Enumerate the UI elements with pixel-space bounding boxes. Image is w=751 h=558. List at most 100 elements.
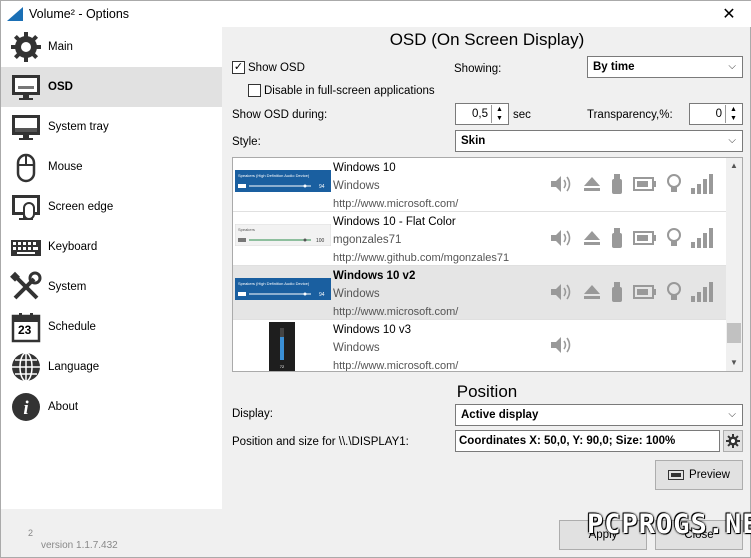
screen-edge-icon xyxy=(9,190,43,224)
signal-icon xyxy=(691,174,713,197)
transparency-spinner[interactable]: 0 ▲ ▼ xyxy=(689,103,743,125)
skin-url: http://www.microsoft.com/ xyxy=(333,306,459,318)
volume-app-icon xyxy=(7,7,23,21)
show-osd-checkbox[interactable]: ✓ Show OSD xyxy=(232,61,305,74)
sidebar-item-label: Main xyxy=(48,41,73,53)
sidebar-item-screen-edge[interactable]: Screen edge xyxy=(1,187,222,227)
skin-preview-icons xyxy=(551,336,583,357)
preview-label: Preview xyxy=(689,469,730,481)
position-settings-button[interactable] xyxy=(723,430,743,452)
sidebar: Main OSD System tray Mouse Screen edge K… xyxy=(1,27,222,509)
chevron-down-icon: ⌵ xyxy=(728,409,736,420)
sidebar-item-schedule[interactable]: 23 Schedule xyxy=(1,307,222,347)
display-dropdown[interactable]: Active display ⌵ xyxy=(455,404,743,426)
skin-thumbnail: Speakers 100 xyxy=(235,224,331,246)
sidebar-item-label: Screen edge xyxy=(48,201,114,213)
version-superscript: 2 xyxy=(28,528,34,538)
sidebar-item-mouse[interactable]: Mouse xyxy=(1,147,222,187)
showing-label: Showing: xyxy=(454,63,502,75)
skin-preview-icons xyxy=(551,228,723,251)
skin-url: http://www.github.com/mgonzales71 xyxy=(333,252,510,264)
skin-list-scrollbar[interactable]: ▲ ▼ xyxy=(726,158,742,371)
title-bar: Volume² - Options ✕ xyxy=(1,1,751,27)
speaker-icon xyxy=(551,283,573,304)
skin-author: Windows xyxy=(333,342,380,354)
sidebar-item-system[interactable]: System xyxy=(1,267,222,307)
skin-name: Windows 10 xyxy=(333,162,396,174)
skin-name: Windows 10 - Flat Color xyxy=(333,216,456,228)
close-window-button[interactable]: ✕ xyxy=(706,1,751,27)
scrollbar-thumb[interactable] xyxy=(727,323,741,343)
list-item[interactable]: Speakers (High Definition Audio Device) … xyxy=(233,158,728,212)
gear-icon xyxy=(9,30,43,64)
skin-author: Windows xyxy=(333,288,380,300)
sidebar-item-language[interactable]: Language xyxy=(1,347,222,387)
battery-icon xyxy=(633,285,657,302)
transparency-value: 0 xyxy=(715,108,722,120)
skin-thumbnail: 72 xyxy=(269,322,295,371)
keyboard-icon xyxy=(9,230,43,264)
bulb-icon xyxy=(667,282,681,305)
list-item-selected[interactable]: Speakers (High Definition Audio Device) … xyxy=(233,266,728,320)
svg-text:i: i xyxy=(23,398,29,419)
bulb-icon xyxy=(667,174,681,197)
tools-icon xyxy=(9,270,43,304)
sidebar-item-label: Language xyxy=(48,361,100,373)
skin-url: http://www.microsoft.com/ xyxy=(333,360,459,372)
show-during-spinner[interactable]: 0,5 ▲ ▼ xyxy=(455,103,509,125)
page-title: OSD (On Screen Display) xyxy=(389,30,585,49)
spinner-arrows-icon[interactable]: ▲ ▼ xyxy=(491,105,507,123)
info-icon: i xyxy=(9,390,43,424)
list-item[interactable]: 72 Windows 10 v3 Windows http://www.micr… xyxy=(233,320,728,372)
sidebar-item-label: System xyxy=(48,281,87,293)
preview-button[interactable]: Preview xyxy=(655,460,743,490)
skin-url: http://www.microsoft.com/ xyxy=(333,198,459,210)
sidebar-item-label: OSD xyxy=(48,81,73,93)
options-window: Volume² - Options ✕ Main OSD System tray xyxy=(0,0,751,558)
transparency-label: Transparency,%: xyxy=(587,109,673,121)
sidebar-item-osd[interactable]: OSD xyxy=(1,67,222,107)
skin-author: mgonzales71 xyxy=(333,234,402,246)
show-during-value: 0,5 xyxy=(472,108,488,120)
bulb-icon xyxy=(667,228,681,251)
spinner-arrows-icon[interactable]: ▲ ▼ xyxy=(725,105,741,123)
skin-preview-icons xyxy=(551,174,723,197)
sidebar-item-label: Mouse xyxy=(48,161,83,173)
disable-fullscreen-checkbox[interactable]: Disable in full-screen applications xyxy=(248,84,435,97)
sidebar-item-label: System tray xyxy=(48,121,109,133)
speaker-icon xyxy=(551,229,573,250)
svg-text:94: 94 xyxy=(319,292,325,298)
list-item[interactable]: Speakers 100 Windows 10 - Flat Color mgo… xyxy=(233,212,728,266)
sidebar-item-label: About xyxy=(48,401,79,413)
sidebar-item-keyboard[interactable]: Keyboard xyxy=(1,227,222,267)
svg-text:94: 94 xyxy=(319,184,325,190)
show-osd-label: Show OSD xyxy=(248,61,305,74)
svg-text:Speakers (High Definition Audi: Speakers (High Definition Audio Device) xyxy=(238,173,310,178)
scroll-up-icon[interactable]: ▲ xyxy=(726,158,742,174)
skin-thumbnail: Speakers (High Definition Audio Device) … xyxy=(235,278,331,300)
battery-icon xyxy=(633,177,657,194)
eject-icon xyxy=(583,230,601,249)
show-during-label: Show OSD during: xyxy=(232,109,328,121)
coordinates-value: Coordinates X: 50,0, Y: 90,0; Size: 100% xyxy=(459,435,676,447)
disable-fullscreen-label: Disable in full-screen applications xyxy=(264,84,435,97)
skin-name: Windows 10 v3 xyxy=(333,324,411,336)
svg-text:Speakers: Speakers xyxy=(238,227,255,232)
scroll-down-icon[interactable]: ▼ xyxy=(726,355,742,371)
chevron-down-icon: ⌵ xyxy=(728,61,736,72)
sidebar-item-about[interactable]: i About xyxy=(1,387,222,427)
version-label: version 1.1.7.432 xyxy=(41,540,118,551)
skin-list: Speakers (High Definition Audio Device) … xyxy=(232,157,743,372)
display-value: Active display xyxy=(461,409,539,421)
style-dropdown[interactable]: Skin ⌵ xyxy=(455,130,743,152)
globe-icon xyxy=(9,350,43,384)
showing-dropdown[interactable]: By time ⌵ xyxy=(587,56,743,78)
coordinates-field[interactable]: Coordinates X: 50,0, Y: 90,0; Size: 100% xyxy=(455,430,720,452)
skin-author: Windows xyxy=(333,180,380,192)
showing-value: By time xyxy=(593,61,635,73)
mouse-icon xyxy=(9,150,43,184)
sidebar-item-main[interactable]: Main xyxy=(1,27,222,67)
checkbox-checked-icon: ✓ xyxy=(232,61,245,74)
display-label: Display: xyxy=(232,408,273,420)
sidebar-item-system-tray[interactable]: System tray xyxy=(1,107,222,147)
